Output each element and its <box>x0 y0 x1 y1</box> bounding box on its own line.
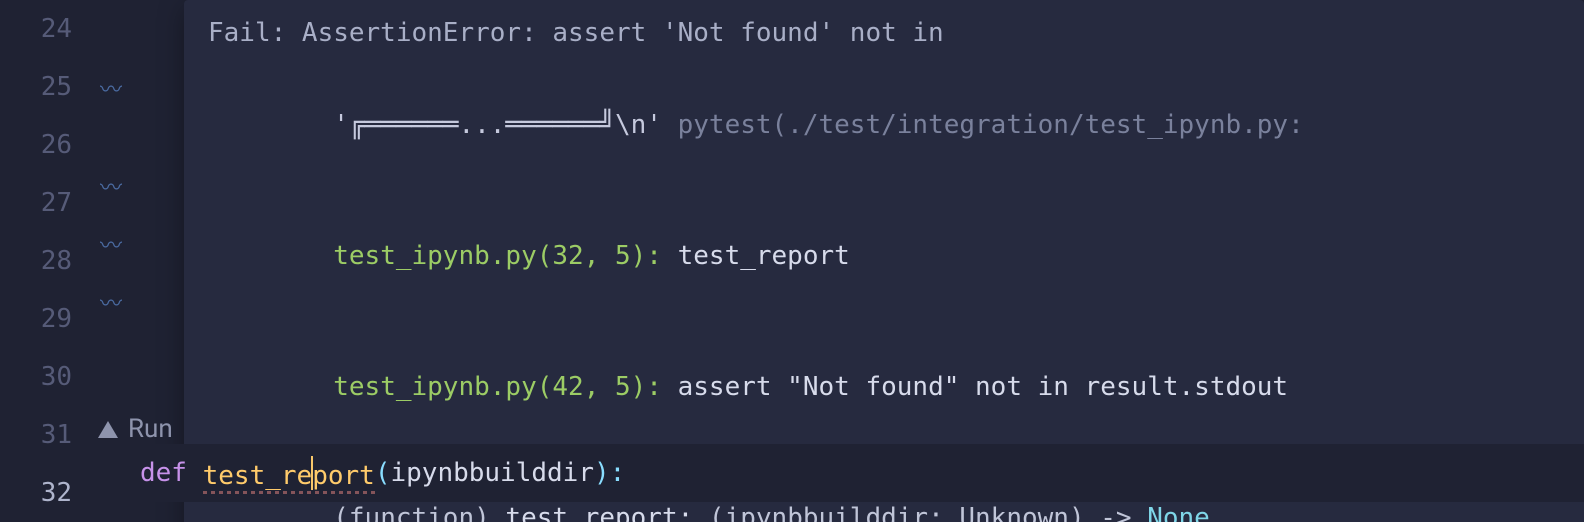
run-code-lens[interactable]: Run <box>98 414 173 444</box>
parameter-name: ipynbbuilddir <box>390 458 594 488</box>
sig-kind: (function) <box>333 503 505 522</box>
trace-location: test_ipynb.py(42, 5): <box>333 372 677 402</box>
line-number: 28 <box>0 232 72 290</box>
stack-trace-entry[interactable]: test_ipynb.py(32, 5): test_report <box>208 184 1560 315</box>
fold-mark-icon[interactable]: 〰 <box>100 170 122 202</box>
error-message-line2: '╔══════...══════╝\n' pytest(./test/inte… <box>208 53 1560 184</box>
run-label: Run <box>128 414 173 444</box>
fold-mark-icon[interactable]: 〰 <box>100 72 122 104</box>
error-snippet: '╔══════...══════╝\n' <box>333 110 677 140</box>
error-message-line1: Fail: AssertionError: assert 'Not found'… <box>208 0 1560 53</box>
line-number-active: 32 <box>0 464 72 522</box>
line-number-gutter: 24 25 26 27 28 29 30 31 32 <box>0 0 90 522</box>
sig-return-type: None <box>1147 503 1210 522</box>
fn-name-part: test_re <box>203 461 313 491</box>
fn-name-part: port <box>312 461 375 491</box>
line-number: 31 <box>0 406 72 464</box>
code-area[interactable]: Fail: AssertionError: assert 'Not found'… <box>140 0 1584 522</box>
warning-icon <box>98 421 118 438</box>
line-number: 26 <box>0 116 72 174</box>
line-number: 25 <box>0 58 72 116</box>
code-line-32[interactable]: def test_report(ipynbbuilddir): <box>140 444 1584 502</box>
sig-args: (ipynbbuilddir: Unknown) -> <box>709 503 1147 522</box>
line-number: 24 <box>0 0 72 58</box>
colon: : <box>610 458 626 488</box>
paren-open: ( <box>375 458 391 488</box>
trace-text: assert "Not found" not in result.stdout <box>678 372 1288 402</box>
fold-mark-icon[interactable]: 〰 <box>100 286 122 318</box>
function-name: test_report <box>203 456 375 491</box>
trace-text: test_report <box>678 241 850 271</box>
stack-trace-entry[interactable]: test_ipynb.py(42, 5): assert "Not found"… <box>208 315 1560 446</box>
sig-name: test_report: <box>505 503 709 522</box>
keyword-def: def <box>140 458 203 488</box>
line-number: 29 <box>0 290 72 348</box>
trace-location: test_ipynb.py(32, 5): <box>333 241 677 271</box>
paren-close: ) <box>594 458 610 488</box>
code-editor: 24 25 26 27 28 29 30 31 32 〰 〰 〰 〰 Fail:… <box>0 0 1584 522</box>
fold-mark-icon[interactable]: 〰 <box>100 228 122 260</box>
line-number: 27 <box>0 174 72 232</box>
error-source-path: pytest(./test/integration/test_ipynb.py: <box>678 110 1304 140</box>
line-number: 30 <box>0 348 72 406</box>
